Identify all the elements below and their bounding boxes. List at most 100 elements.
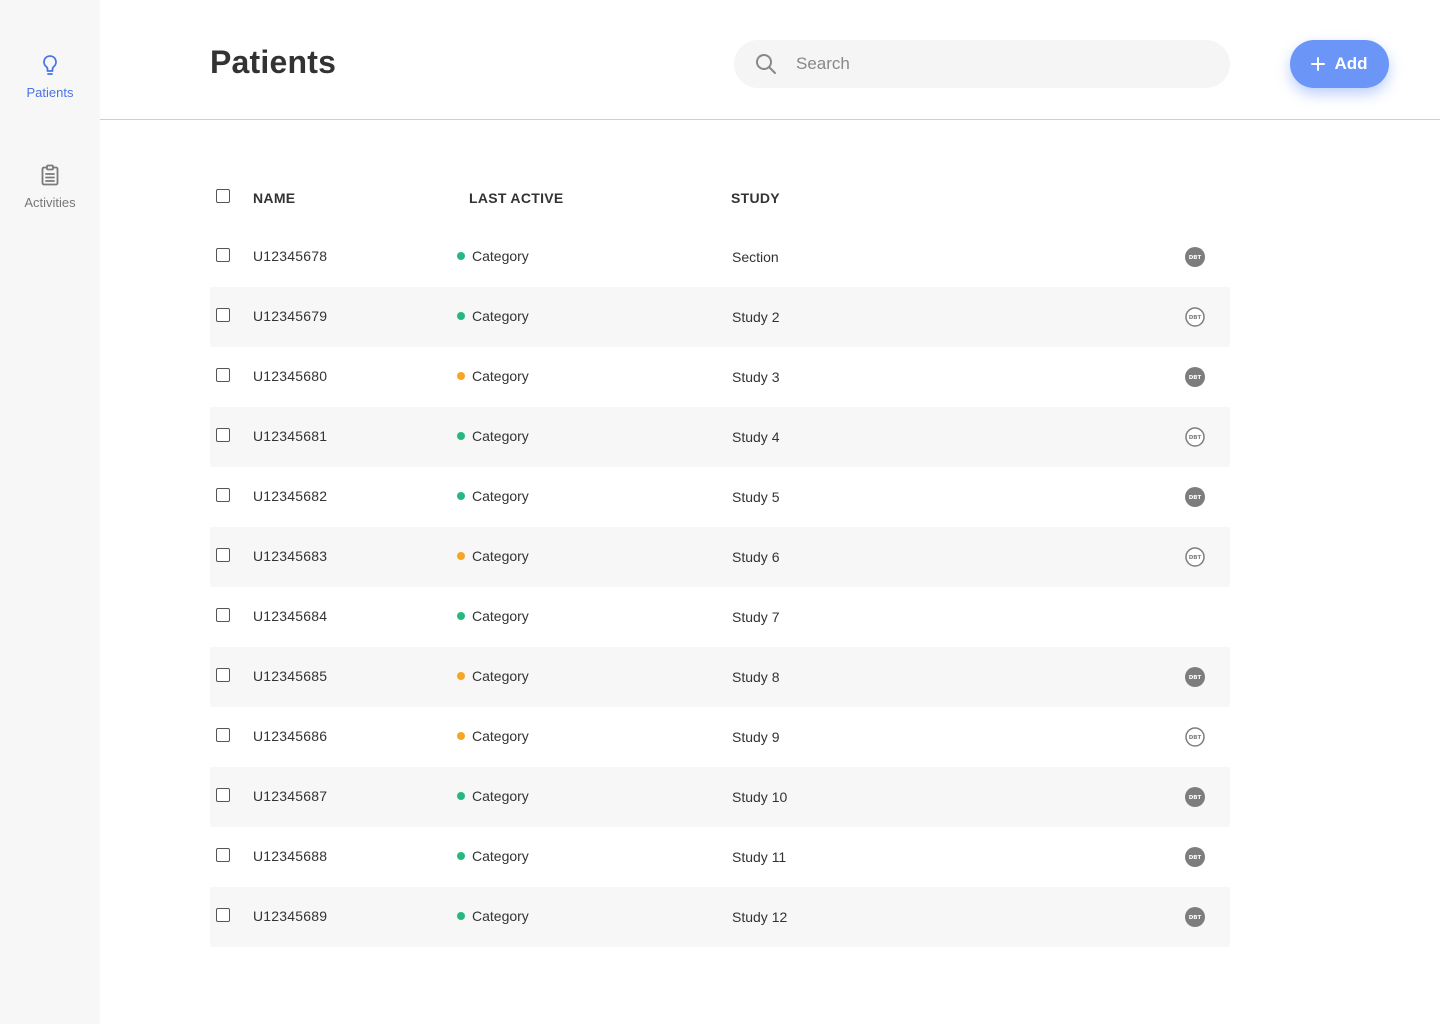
status-label: Category [472, 728, 529, 744]
study-name: Study 8 [732, 669, 780, 685]
last-active-cell: Category [457, 608, 529, 624]
sidebar: Patients Activities [0, 0, 100, 1024]
table-row[interactable]: U12345684 Category Study 7 [210, 587, 1230, 647]
row-checkbox[interactable] [216, 248, 230, 262]
table-row[interactable]: U12345686 Category Study 9 DBT [210, 707, 1230, 767]
lightbulb-icon [43, 55, 57, 75]
dbt-badge-label: DBT [1189, 855, 1202, 861]
sidebar-item-label: Activities [24, 195, 76, 210]
search-icon [756, 54, 776, 74]
row-checkbox[interactable] [216, 308, 230, 322]
dbt-badge-label: DBT [1189, 735, 1202, 741]
table-row[interactable]: U12345681 Category Study 4 DBT [210, 407, 1230, 467]
patients-table: NAME LAST ACTIVE STUDY U12345678 Category… [210, 167, 1230, 947]
last-active-cell: Category [457, 728, 529, 744]
dbt-badge-icon[interactable]: DBT [1185, 907, 1205, 927]
table-row[interactable]: U12345678 Category Section DBT [210, 227, 1230, 287]
table-row[interactable]: U12345683 Category Study 6 DBT [210, 527, 1230, 587]
search-input[interactable] [796, 40, 1216, 88]
dbt-badge-icon[interactable]: DBT [1185, 727, 1205, 747]
patient-name: U12345683 [253, 548, 328, 564]
table-header: NAME LAST ACTIVE STUDY [210, 167, 1230, 227]
status-label: Category [472, 308, 529, 324]
row-checkbox[interactable] [216, 608, 230, 622]
table-row[interactable]: U12345689 Category Study 12 DBT [210, 887, 1230, 947]
last-active-cell: Category [457, 428, 529, 444]
add-button-label: Add [1334, 54, 1368, 73]
status-dot [457, 372, 465, 380]
column-header-last-active[interactable]: LAST ACTIVE [469, 190, 564, 206]
patient-name: U12345684 [253, 608, 328, 624]
last-active-cell: Category [457, 848, 529, 864]
last-active-cell: Category [457, 488, 529, 504]
table-row[interactable]: U12345680 Category Study 3 DBT [210, 347, 1230, 407]
status-label: Category [472, 668, 529, 684]
dbt-badge-icon[interactable]: DBT [1185, 307, 1205, 327]
status-dot [457, 792, 465, 800]
dbt-badge-label: DBT [1189, 555, 1202, 561]
add-button[interactable]: Add [1290, 40, 1389, 88]
column-header-name[interactable]: NAME [253, 190, 295, 206]
study-name: Study 7 [732, 609, 780, 625]
table-row[interactable]: U12345688 Category Study 11 DBT [210, 827, 1230, 887]
patient-name: U12345687 [253, 788, 328, 804]
dbt-badge-icon[interactable]: DBT [1185, 547, 1205, 567]
row-checkbox[interactable] [216, 668, 230, 682]
sidebar-item-label: Patients [26, 85, 74, 100]
study-name: Section [732, 249, 779, 265]
row-checkbox[interactable] [216, 848, 230, 862]
row-checkbox[interactable] [216, 548, 230, 562]
patient-name: U12345688 [253, 848, 328, 864]
table-row[interactable]: U12345685 Category Study 8 DBT [210, 647, 1230, 707]
row-checkbox[interactable] [216, 428, 230, 442]
page-header: Patients Add [100, 0, 1440, 120]
status-label: Category [472, 848, 529, 864]
dbt-badge-icon[interactable]: DBT [1185, 847, 1205, 867]
table-row[interactable]: U12345687 Category Study 10 DBT [210, 767, 1230, 827]
status-label: Category [472, 428, 529, 444]
table-row[interactable]: U12345679 Category Study 2 DBT [210, 287, 1230, 347]
study-name: Study 11 [732, 849, 787, 865]
row-checkbox[interactable] [216, 908, 230, 922]
sidebar-item-patients[interactable]: Patients [0, 53, 100, 100]
status-dot [457, 312, 465, 320]
status-label: Category [472, 248, 529, 264]
dbt-badge-label: DBT [1189, 315, 1202, 321]
status-dot [457, 912, 465, 920]
patient-name: U12345678 [253, 248, 328, 264]
dbt-badge-label: DBT [1189, 675, 1202, 681]
row-checkbox[interactable] [216, 728, 230, 742]
search-box[interactable] [734, 40, 1230, 88]
dbt-badge-icon[interactable]: DBT [1185, 667, 1205, 687]
table-row[interactable]: U12345682 Category Study 5 DBT [210, 467, 1230, 527]
study-name: Study 2 [732, 309, 780, 325]
status-label: Category [472, 488, 529, 504]
status-label: Category [472, 608, 529, 624]
row-checkbox[interactable] [216, 368, 230, 382]
select-all-checkbox[interactable] [216, 189, 230, 203]
column-header-study[interactable]: STUDY [731, 190, 780, 206]
dbt-badge-icon[interactable]: DBT [1185, 487, 1205, 507]
sidebar-item-activities[interactable]: Activities [0, 163, 100, 210]
row-checkbox[interactable] [216, 788, 230, 802]
status-dot [457, 432, 465, 440]
dbt-badge-icon[interactable]: DBT [1185, 427, 1205, 447]
last-active-cell: Category [457, 248, 529, 264]
table-body: U12345678 Category Section DBT U12345679 Cate… [210, 227, 1230, 947]
status-dot [457, 732, 465, 740]
dbt-badge-label: DBT [1189, 795, 1202, 801]
dbt-badge-icon[interactable]: DBT [1185, 787, 1205, 807]
dbt-badge-icon[interactable]: DBT [1185, 367, 1205, 387]
patient-name: U12345685 [253, 668, 328, 684]
status-label: Category [472, 788, 529, 804]
study-name: Study 12 [732, 909, 788, 925]
status-dot [457, 852, 465, 860]
patient-name: U12345679 [253, 308, 328, 324]
row-checkbox[interactable] [216, 488, 230, 502]
last-active-cell: Category [457, 368, 529, 384]
status-label: Category [472, 908, 529, 924]
dbt-badge-icon[interactable]: DBT [1185, 247, 1205, 267]
study-name: Study 5 [732, 489, 780, 505]
page-title: Patients [210, 44, 337, 80]
status-dot [457, 492, 465, 500]
